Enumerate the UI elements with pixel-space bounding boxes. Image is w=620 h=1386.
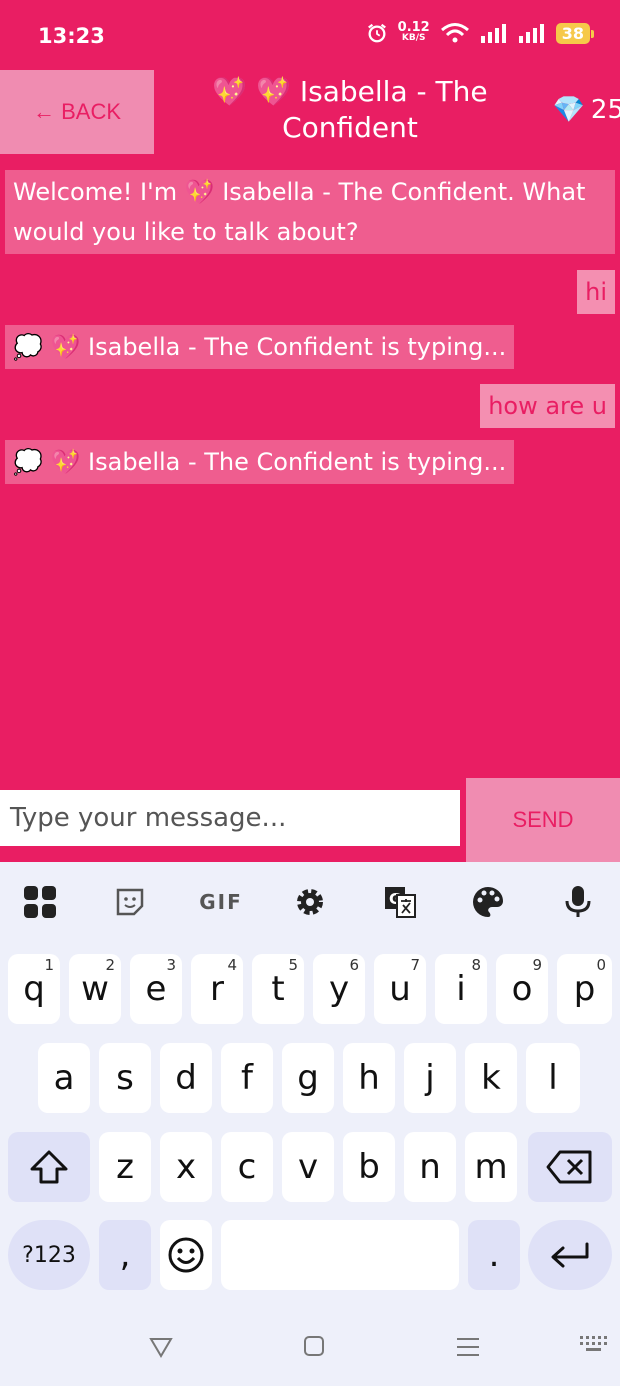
- keyboard-toolbar: GIF G: [0, 862, 620, 938]
- apps-grid-icon[interactable]: [20, 882, 60, 922]
- gem-balance: 💎 25: [553, 95, 620, 125]
- key-j[interactable]: j: [404, 1043, 456, 1113]
- wifi-icon: [440, 23, 469, 43]
- settings-gear-icon[interactable]: [290, 882, 330, 922]
- message-input[interactable]: Type your message...: [0, 790, 460, 846]
- symbols-key[interactable]: ?123: [8, 1220, 90, 1290]
- key-m[interactable]: m: [465, 1132, 517, 1202]
- key-n[interactable]: n: [404, 1132, 456, 1202]
- key-c[interactable]: c: [221, 1132, 273, 1202]
- key-q[interactable]: q1: [8, 954, 60, 1024]
- key-k[interactable]: k: [465, 1043, 517, 1113]
- nav-home-square-icon[interactable]: [302, 1334, 326, 1358]
- key-g[interactable]: g: [282, 1043, 334, 1113]
- system-nav-bar: [0, 1310, 620, 1386]
- nav-recents-menu-icon[interactable]: [455, 1334, 481, 1360]
- signal-icon: [480, 24, 506, 43]
- shift-key[interactable]: [8, 1132, 90, 1202]
- shift-arrow-icon: [30, 1150, 68, 1184]
- key-b[interactable]: b: [343, 1132, 395, 1202]
- user-message: how are u: [480, 384, 615, 428]
- microphone-icon[interactable]: [558, 882, 598, 922]
- key-e[interactable]: e3: [130, 954, 182, 1024]
- chat-title: 💖 💖 Isabella - The Confident: [212, 75, 488, 144]
- key-a[interactable]: a: [38, 1043, 90, 1113]
- key-r[interactable]: r4: [191, 954, 243, 1024]
- key-x[interactable]: x: [160, 1132, 212, 1202]
- network-speed: 0.12 KB/S: [397, 20, 430, 43]
- key-p[interactable]: p0: [557, 954, 612, 1024]
- clock: 13:23: [38, 24, 105, 48]
- key-v[interactable]: v: [282, 1132, 334, 1202]
- send-button[interactable]: SEND: [466, 778, 620, 862]
- alarm-icon: [367, 23, 386, 43]
- enter-arrow-icon: [551, 1242, 589, 1268]
- backspace-icon: [546, 1150, 592, 1184]
- typing-indicator: 💭 💖 Isabella - The Confident is typing..…: [5, 440, 515, 484]
- gem-icon: 💎: [552, 95, 585, 125]
- comma-key[interactable]: ,: [99, 1220, 151, 1290]
- signal-icon-2: [518, 24, 544, 43]
- key-y[interactable]: y6: [313, 954, 365, 1024]
- gif-button[interactable]: GIF: [198, 882, 244, 922]
- user-message: hi: [577, 270, 615, 314]
- key-w[interactable]: w2: [69, 954, 121, 1024]
- battery-indicator: 38: [555, 22, 595, 44]
- key-s[interactable]: s: [99, 1043, 151, 1113]
- key-i[interactable]: i8: [435, 954, 487, 1024]
- backspace-key[interactable]: [528, 1132, 612, 1202]
- enter-key[interactable]: [528, 1220, 612, 1290]
- key-t[interactable]: t5: [252, 954, 304, 1024]
- bot-message: Welcome! I'm 💖 Isabella - The Confident.…: [5, 170, 615, 254]
- translate-icon[interactable]: G: [380, 882, 420, 922]
- sticker-icon[interactable]: [110, 882, 150, 922]
- key-u[interactable]: u7: [374, 954, 426, 1024]
- key-f[interactable]: f: [221, 1043, 273, 1113]
- key-h[interactable]: h: [343, 1043, 395, 1113]
- key-d[interactable]: d: [160, 1043, 212, 1113]
- key-l[interactable]: l: [526, 1043, 580, 1113]
- period-key[interactable]: .: [468, 1220, 520, 1290]
- theme-palette-icon[interactable]: [468, 882, 508, 922]
- typing-indicator: 💭 💖 Isabella - The Confident is typing..…: [5, 325, 515, 369]
- gem-count: 25: [590, 95, 620, 125]
- status-bar: 13:23 0.12 KB/S 38: [0, 0, 620, 70]
- emoji-key[interactable]: [160, 1220, 212, 1290]
- key-z[interactable]: z: [99, 1132, 151, 1202]
- key-o[interactable]: o9: [496, 954, 548, 1024]
- space-bar[interactable]: [221, 1220, 459, 1290]
- back-button[interactable]: ← BACK: [0, 70, 154, 154]
- keyboard: GIF G q1 w2 e3 r4 t5 y6 u7 i8 o9 p0 a s …: [0, 862, 620, 1386]
- emoji-smiley-icon: [168, 1237, 204, 1273]
- nav-back-triangle-icon[interactable]: [148, 1334, 174, 1360]
- keyboard-hide-icon[interactable]: [578, 1334, 608, 1354]
